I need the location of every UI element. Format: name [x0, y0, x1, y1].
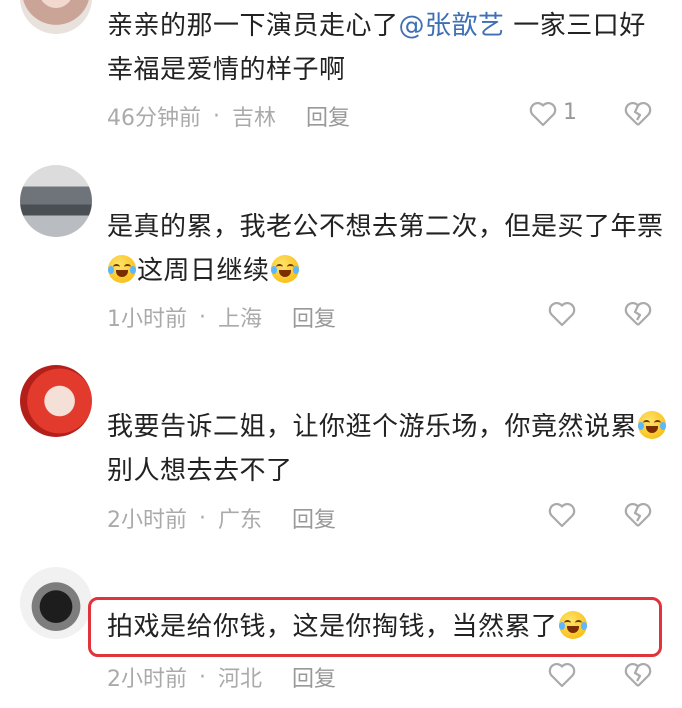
laugh-cry-emoji: [270, 255, 299, 283]
comment-time: 2小时前: [107, 667, 187, 692]
comment-location: 吉林: [232, 106, 277, 131]
avatar[interactable]: [20, 165, 92, 237]
broken-heart-icon: [624, 102, 652, 126]
avatar[interactable]: [20, 0, 92, 34]
broken-heart-icon: [624, 302, 652, 326]
heart-outline-icon: [548, 663, 576, 688]
dislike-button[interactable]: [623, 299, 653, 329]
separator: ·: [199, 664, 206, 690]
reply-button[interactable]: 回复: [292, 502, 336, 534]
laugh-cry-emoji: [108, 255, 136, 283]
reply-button[interactable]: 回复: [292, 301, 336, 333]
reply-button[interactable]: 回复: [306, 100, 350, 132]
comment-location: 广东: [218, 508, 263, 533]
like-button[interactable]: [547, 660, 577, 690]
like-button[interactable]: [547, 500, 577, 530]
like-button[interactable]: [547, 299, 577, 329]
broken-heart-icon: [624, 663, 652, 687]
heart-outline-icon: [548, 503, 576, 528]
dislike-button[interactable]: [623, 660, 653, 690]
comment-text: 我要告诉二姐，让你逛个游乐场，你竟然说累 别人想去去不了: [107, 405, 667, 493]
comment-text: 拍戏是给你钱，这是你掏钱，当然累了: [107, 605, 667, 649]
heart-outline-icon: [529, 102, 557, 127]
like-count: 1: [563, 100, 577, 125]
comment-time: 46分钟前: [107, 106, 201, 131]
comment-time: 1小时前: [107, 307, 187, 332]
like-button[interactable]: [528, 99, 558, 129]
comment-text: 亲亲的那一下演员走心了@张歆艺 一家三口好幸福是爱情的样子啊: [107, 11, 646, 85]
comment-meta: 1小时前 · 上海 回复: [107, 301, 336, 333]
mention-link[interactable]: @张歆艺: [399, 11, 505, 41]
reply-button[interactable]: 回复: [292, 661, 336, 693]
avatar[interactable]: [20, 365, 92, 437]
comment-meta: 2小时前 · 广东 回复: [107, 502, 336, 534]
separator: ·: [199, 505, 206, 531]
dislike-button[interactable]: [623, 500, 653, 530]
comment-meta: 2小时前 · 河北 回复: [107, 661, 336, 693]
comment-text: 是真的累，我老公不想去第二次，但是买了年票 这周日继续: [107, 212, 664, 286]
separator: ·: [199, 304, 206, 330]
laugh-cry-emoji: [638, 411, 667, 439]
dislike-button[interactable]: [623, 99, 653, 129]
avatar[interactable]: [20, 567, 92, 639]
laugh-cry-emoji: [558, 611, 587, 639]
broken-heart-icon: [624, 503, 652, 527]
comment-location: 河北: [218, 667, 263, 692]
comment-meta: 46分钟前 · 吉林 回复: [107, 100, 350, 132]
comment-time: 2小时前: [107, 508, 187, 533]
heart-outline-icon: [548, 302, 576, 327]
separator: ·: [213, 103, 220, 129]
comment-location: 上海: [218, 307, 263, 332]
